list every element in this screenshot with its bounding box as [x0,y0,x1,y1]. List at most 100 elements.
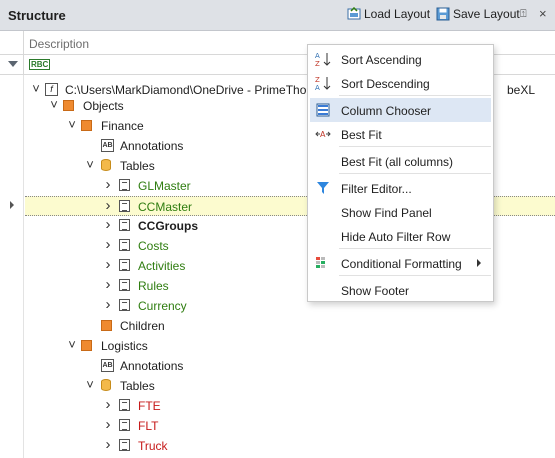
tree-row-label: CCMaster [138,200,193,214]
tree-row-label: Finance [101,119,144,133]
expand-chevron-icon[interactable]: › [103,396,113,413]
sort-descending-icon: ZA [315,75,331,92]
table-icon [119,200,130,212]
expand-chevron-icon[interactable]: › [103,436,113,453]
expand-chevron-icon[interactable]: › [103,236,113,253]
object-icon [101,320,112,331]
menu-item-hide-auto-filter-row[interactable]: Hide Auto Filter Row [310,224,491,248]
menu-item-best-fit[interactable]: A Best Fit [310,122,491,146]
save-layout-icon [436,7,450,21]
tree-row[interactable]: AB Annotations [25,356,555,376]
svg-text:Z: Z [315,76,320,84]
menu-item-label: Filter Editor... [341,182,412,196]
tree-row-label: Costs [138,239,169,253]
tree-row[interactable]: › FTE [25,396,555,416]
panel-title: Structure [8,8,66,23]
filter-icon [8,61,18,67]
pin-icon[interactable]: ⍐ [520,8,527,21]
tree-row-label: Rules [138,279,169,293]
collapse-chevron-icon[interactable]: ˅ [31,81,41,96]
save-layout-label: Save Layout [453,7,520,21]
table-icon [119,179,130,191]
filter-condition-icon[interactable]: RBC [29,59,51,70]
menu-item-label: Sort Descending [341,77,430,91]
description-column-header[interactable]: Description [29,37,89,51]
table-icon [119,259,130,271]
collapse-chevron-icon[interactable]: ˅ [85,377,95,392]
expand-chevron-icon[interactable]: › [103,416,113,433]
menu-item-show-find-panel[interactable]: Show Find Panel [310,200,491,224]
save-layout-button[interactable]: Save Layout [436,7,520,21]
menu-item-show-footer[interactable]: Show Footer [310,278,491,302]
load-layout-button[interactable]: Load Layout [347,7,430,21]
object-icon [63,100,74,111]
tree-row-label: C:\Users\MarkDiamond\OneDrive - PrimeTho… [65,83,342,97]
expand-chevron-icon[interactable]: › [103,256,113,273]
collapse-chevron-icon[interactable]: ˅ [85,157,95,172]
menu-item-label: Best Fit [341,128,382,142]
menu-item-sort-descending[interactable]: Z A Sort Descending [310,71,491,95]
expand-chevron-icon[interactable]: › [103,216,113,233]
collapse-chevron-icon[interactable]: ˅ [67,337,77,352]
tree-row[interactable]: Children [25,316,555,336]
column-context-menu: A Z Sort Ascending Z A Sort Descending Column … [307,44,494,302]
tree-row[interactable]: ˅ Tables [25,376,555,396]
expand-chevron-icon[interactable]: › [103,197,113,214]
menu-item-conditional-formatting[interactable]: Conditional Formatting [310,251,491,275]
expand-chevron-icon[interactable]: › [103,176,113,193]
tree-row-label: Truck [138,439,168,453]
object-icon [81,340,92,351]
menu-item-label: Column Chooser [341,104,432,118]
expand-chevron-icon[interactable]: › [103,276,113,293]
filter-icon [315,180,331,196]
menu-item-best-fit-all-columns[interactable]: Best Fit (all columns) [310,149,491,173]
collapse-chevron-icon[interactable]: ˅ [67,117,77,132]
row-indicator-column [0,75,24,458]
tree-row-label: FTE [138,399,161,413]
menu-separator [339,275,491,276]
svg-text:Z: Z [315,60,320,67]
menu-item-label: Conditional Formatting [341,257,462,271]
annotation-icon: AB [101,139,114,152]
menu-item-column-chooser[interactable]: Column Chooser [310,98,491,122]
sort-ascending-icon: AZ [315,51,331,68]
object-icon [81,120,92,131]
row-indicator-header [0,31,24,55]
column-chooser-icon [315,102,331,118]
tree-row-label: Tables [120,379,155,393]
tree-row[interactable]: › FLT [25,416,555,436]
menu-item-label: Hide Auto Filter Row [341,230,451,244]
table-icon [119,299,130,311]
tree-row[interactable]: › Truck [25,436,555,456]
menu-item-filter-editor[interactable]: Filter Editor... [310,176,491,200]
svg-text:A: A [315,52,320,60]
table-icon [119,279,130,291]
fx-icon: f [45,83,58,96]
tree-row[interactable]: ˅ Logistics [25,336,555,356]
svg-text:A: A [320,130,326,139]
menu-separator [339,146,491,147]
menu-item-label: Best Fit (all columns) [341,155,454,169]
tree-row-label: Annotations [120,139,184,153]
menu-item-sort-ascending[interactable]: A Z Sort Ascending [310,47,491,71]
load-layout-label: Load Layout [364,7,431,21]
expand-chevron-icon[interactable]: › [103,296,113,313]
menu-item-label: Show Find Panel [341,206,432,220]
panel-header: Structure Load Layout Save Layout ⍐ × [0,0,555,31]
menu-separator [339,248,491,249]
collapse-chevron-icon[interactable]: ˅ [49,97,59,112]
tree-row-label: Objects [83,99,124,113]
svg-text:A: A [315,84,320,91]
filter-row-indicator [0,55,24,75]
table-icon [119,399,130,411]
tree-row-label: Logistics [101,339,148,353]
best-fit-icon: A [315,126,331,142]
table-icon [119,439,130,451]
tree-row-label: CCGroups [138,219,198,233]
menu-item-label: Sort Ascending [341,53,422,67]
menu-item-label: Show Footer [341,284,410,298]
close-icon[interactable]: × [539,6,547,21]
submenu-arrow-icon [477,259,481,267]
tree-row-label: Annotations [120,359,184,373]
tree-row-label: GLMaster [138,179,191,193]
